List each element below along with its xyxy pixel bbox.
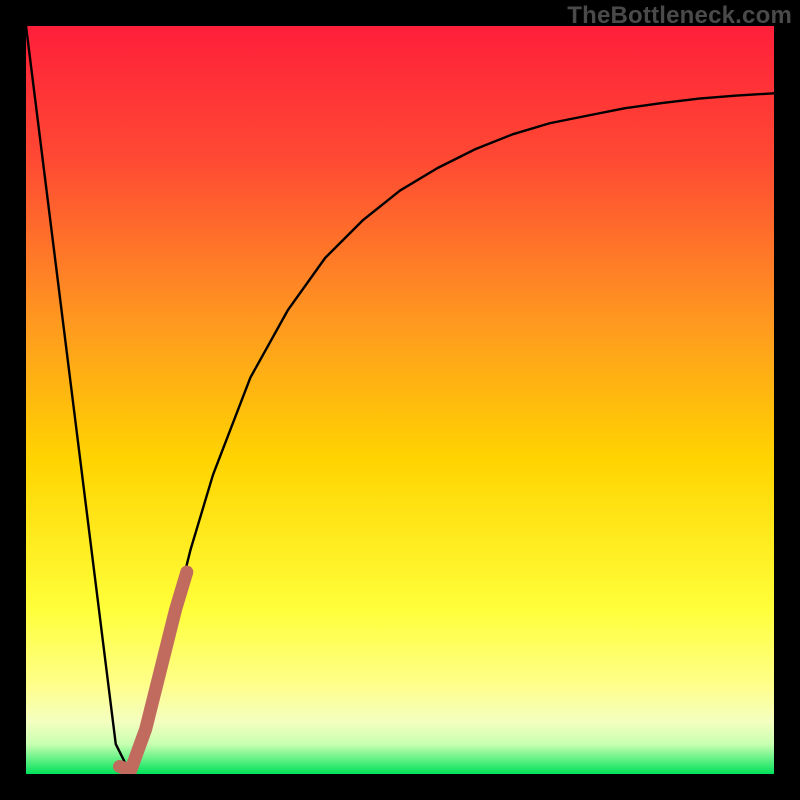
gradient-background	[26, 26, 774, 774]
chart-svg	[26, 26, 774, 774]
chart-frame: TheBottleneck.com	[0, 0, 800, 800]
plot-area	[26, 26, 774, 774]
